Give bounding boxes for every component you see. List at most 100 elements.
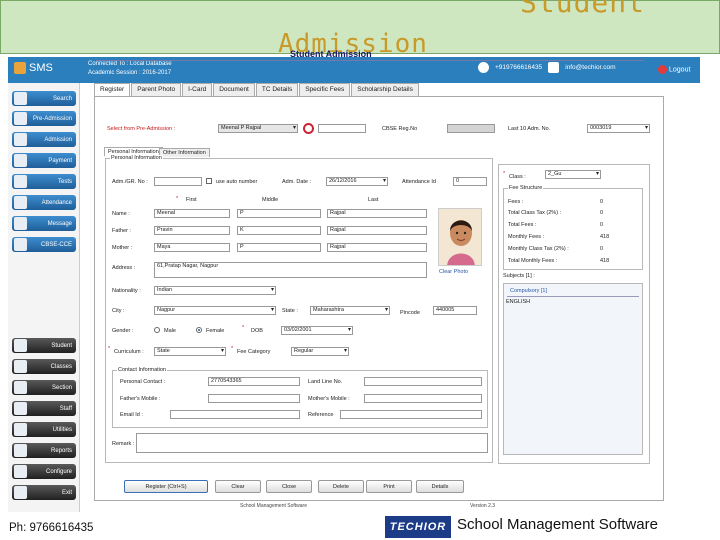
father-last-input[interactable]: Rajpal [327, 226, 427, 235]
details-button[interactable]: Details [416, 480, 464, 493]
fee-value: 0 [600, 222, 604, 228]
pre-admission-select[interactable]: Meenal P Rajpal [218, 124, 298, 133]
close-button[interactable]: Close [266, 480, 312, 493]
sidebar-item-student[interactable]: Student [12, 338, 76, 353]
delete-button[interactable]: Delete [318, 480, 364, 493]
contact-email[interactable]: info@techior.com [565, 64, 615, 71]
sidebar-item-section[interactable]: Section [12, 380, 76, 395]
email-input[interactable] [170, 410, 300, 419]
sidebar-item-reports[interactable]: Reports [12, 443, 76, 458]
cbse-reg-input[interactable] [447, 124, 495, 133]
sidebar-item-payment[interactable]: Payment [12, 153, 76, 168]
state-select[interactable]: Maharashtra [310, 306, 390, 315]
reference-input[interactable] [340, 410, 482, 419]
sidebar-item-exit[interactable]: Exit [12, 485, 76, 500]
gender-female-radio[interactable] [196, 327, 202, 333]
name-first-input[interactable]: Meenal [154, 209, 230, 218]
father-first-input[interactable]: Pravin [154, 226, 230, 235]
sidebar-item-search[interactable]: Search [12, 91, 76, 106]
gender-label: Gender : [112, 328, 134, 334]
sidebar-item-admission[interactable]: Admission [12, 132, 76, 147]
mother-mobile-label: Mother's Mobile : [308, 396, 350, 402]
logout-button[interactable]: Logout [658, 65, 690, 74]
pincode-input[interactable]: 440005 [433, 306, 477, 315]
sidebar-item-utilities[interactable]: Utilities [12, 422, 76, 437]
pre-admission-search-input[interactable] [318, 124, 366, 133]
tab-specific-fees[interactable]: Specific Fees [299, 83, 351, 96]
gender-male-radio[interactable] [154, 327, 160, 333]
search-icon[interactable] [303, 123, 314, 134]
sidebar-item-label: Reports [50, 447, 72, 454]
name-label: Name : [112, 211, 130, 217]
tab-parent-photo[interactable]: Parent Photo [131, 83, 182, 96]
contact-info-title: Contact Information [117, 367, 167, 373]
remark-input[interactable] [136, 433, 488, 453]
sms-logo-text: SMS [29, 62, 53, 74]
sidebar-item-attendance[interactable]: Attendance [12, 195, 76, 210]
adm-gr-input[interactable] [154, 177, 202, 186]
fee-value: 418 [600, 234, 610, 240]
fee-structure-title: Fee Structure [508, 185, 544, 191]
sidebar-item-label: Configure [45, 468, 72, 475]
sidebar-item-label: Message [47, 220, 72, 227]
tab-register[interactable]: Register [94, 83, 131, 96]
student-icon [14, 339, 27, 352]
print-button[interactable]: Print [366, 480, 412, 493]
fee-category-select[interactable]: Regular [291, 347, 349, 356]
curriculum-select[interactable]: State [154, 347, 226, 356]
phone-icon [478, 62, 489, 73]
class-select[interactable]: 2_Gu [545, 170, 601, 179]
fee-category-label: Fee Category [237, 349, 271, 355]
register-button[interactable]: Register (Ctrl+S) [124, 480, 208, 493]
staff-icon [14, 402, 27, 415]
subject-item[interactable]: ENGLISH [506, 299, 530, 305]
auto-number-checkbox[interactable] [206, 178, 212, 184]
sidebar-item-label: Search [52, 95, 72, 102]
mother-first-input[interactable]: Maya [154, 243, 230, 252]
tab-icard[interactable]: I-Card [182, 83, 213, 96]
tab-scholarship-details[interactable]: Scholarship Details [351, 83, 419, 96]
tab-tc-details[interactable]: TC Details [255, 83, 299, 96]
father-mobile-input[interactable] [208, 394, 300, 403]
sidebar-item-pre-admission[interactable]: Pre-Admission [12, 111, 76, 126]
sidebar-item-label: Tests [57, 178, 72, 185]
compulsory-group[interactable]: Compulsory [1] [510, 288, 547, 294]
mother-middle-input[interactable]: P [237, 243, 321, 252]
last10-select[interactable]: 0003019 [587, 124, 650, 133]
address-input[interactable]: 61,Pratap Nagar, Nagpur [154, 262, 427, 278]
landline-input[interactable] [364, 377, 482, 386]
name-middle-input[interactable]: P [237, 209, 321, 218]
nationality-select[interactable]: Indian [154, 286, 276, 295]
admission-icon [14, 133, 27, 146]
sidebar-item-classes[interactable]: Classes [12, 359, 76, 374]
personal-info-title: Personal Information [110, 155, 163, 161]
reports-icon [14, 444, 27, 457]
city-select[interactable]: Nagpur [154, 306, 276, 315]
student-photo[interactable] [438, 208, 482, 266]
father-mobile-label: Father's Mobile : [120, 396, 161, 402]
sidebar-item-tests[interactable]: Tests [12, 174, 76, 189]
attendance-id-input[interactable]: 0 [453, 177, 487, 186]
nationality-label: Nationality : [112, 288, 141, 294]
sidebar-item-message[interactable]: Message [12, 216, 76, 231]
message-icon [14, 217, 27, 230]
state-label: State : [282, 308, 298, 314]
father-middle-input[interactable]: K [237, 226, 321, 235]
personal-contact-input[interactable]: 2770543365 [208, 377, 300, 386]
dob-input[interactable]: 03/02/2001 [281, 326, 353, 335]
sidebar-item-staff[interactable]: Staff [12, 401, 76, 416]
adm-date-label: Adm. Date : [282, 179, 312, 185]
subjects-list[interactable] [503, 283, 643, 455]
tab-document[interactable]: Document [213, 83, 255, 96]
sidebar-item-cbse-cce[interactable]: CBSE-CCE [12, 237, 76, 252]
mother-mobile-input[interactable] [364, 394, 482, 403]
adm-date-input[interactable]: 26/12/2016 [326, 177, 388, 186]
mother-last-input[interactable]: Rajpal [327, 243, 427, 252]
clear-photo-link[interactable]: Clear Photo [439, 269, 468, 275]
name-last-input[interactable]: Rajpal [327, 209, 427, 218]
sidebar-item-configure[interactable]: Configure [12, 464, 76, 479]
clear-button[interactable]: Clear [215, 480, 261, 493]
subtab-other-info[interactable]: Other Information [159, 148, 210, 157]
logout-label: Logout [669, 66, 691, 74]
col-first-label: First [186, 197, 197, 203]
